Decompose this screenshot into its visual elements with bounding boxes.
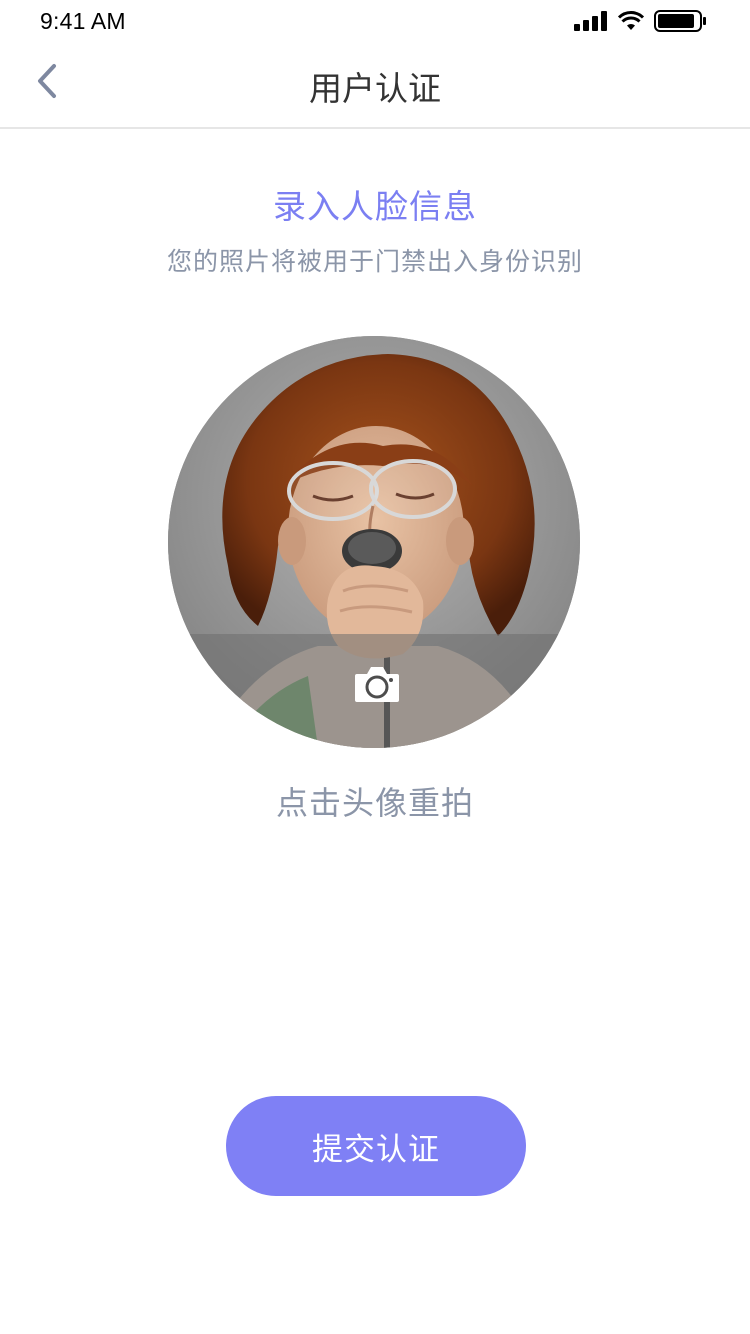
submit-verification-button[interactable]: 提交认证 <box>226 1096 526 1196</box>
wifi-icon <box>618 11 644 30</box>
retake-hint: 点击头像重拍 <box>275 784 474 822</box>
screen: 9:41 AM 用户认证 录入人脸信息 您的照片将被用于门禁出入身份识别 点击头… <box>0 0 750 1334</box>
nav-bar: 用户认证 <box>0 44 750 129</box>
status-icons <box>574 10 708 32</box>
face-enroll-heading: 录入人脸信息 <box>273 187 477 226</box>
signal-icon <box>574 11 607 31</box>
status-bar: 9:41 AM <box>0 0 750 44</box>
page-title: 用户认证 <box>309 69 441 108</box>
face-enroll-subheading: 您的照片将被用于门禁出入身份识别 <box>166 247 583 276</box>
status-time: 9:41 AM <box>40 8 126 34</box>
face-photo-avatar[interactable] <box>168 336 580 748</box>
camera-icon <box>355 667 399 702</box>
battery-icon <box>654 10 706 32</box>
